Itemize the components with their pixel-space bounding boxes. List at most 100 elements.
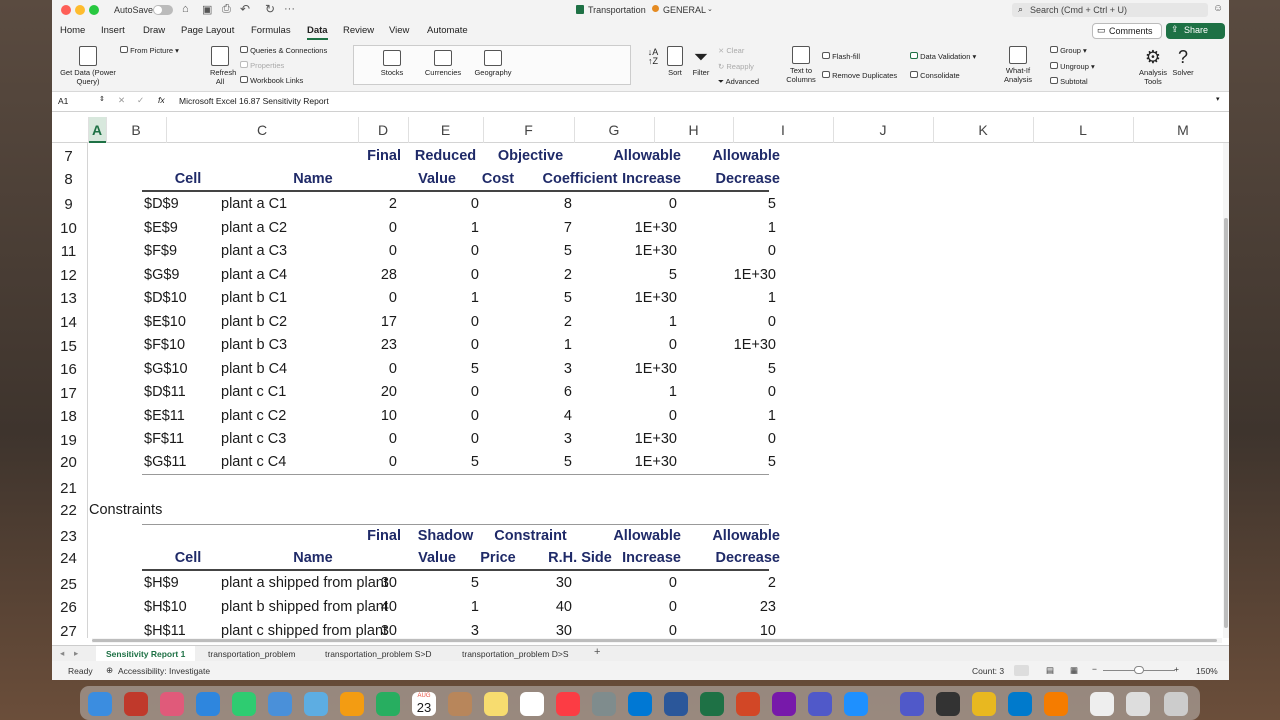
- queries-connections-button[interactable]: Queries & Connections: [240, 46, 327, 55]
- subtotal-button[interactable]: Subtotal: [1050, 77, 1088, 86]
- system-settings-icon[interactable]: [592, 692, 616, 716]
- sensitivity-label[interactable]: GENERAL: [663, 5, 706, 15]
- row-header[interactable]: 12: [52, 267, 85, 284]
- col-header-l[interactable]: L: [1033, 122, 1133, 138]
- row-header[interactable]: 20: [52, 454, 85, 471]
- solver-button[interactable]: ? Solver: [1171, 46, 1195, 77]
- workbook-links-button[interactable]: Workbook Links: [240, 76, 303, 85]
- flash-fill-button[interactable]: Flash-fill: [822, 52, 860, 61]
- home-icon[interactable]: ⌂: [182, 3, 189, 15]
- reapply-button[interactable]: ↻ Reapply: [718, 62, 754, 71]
- cancel-icon[interactable]: ✕: [118, 95, 125, 106]
- autosave-toggle[interactable]: [153, 5, 173, 15]
- maps-icon[interactable]: [304, 692, 328, 716]
- messages-icon[interactable]: [232, 692, 256, 716]
- sort-az-button[interactable]: ↓A ↑Z: [642, 48, 664, 66]
- col-header-i[interactable]: I: [733, 122, 833, 138]
- advanced-button[interactable]: ⏷ Advanced: [718, 77, 759, 86]
- row-header[interactable]: 23: [52, 528, 85, 545]
- zoom-out-icon[interactable]: −: [1092, 664, 1097, 674]
- col-header-b[interactable]: B: [106, 122, 166, 138]
- freeform-icon[interactable]: [520, 692, 544, 716]
- music-icon[interactable]: [556, 692, 580, 716]
- teams-icon[interactable]: [808, 692, 832, 716]
- zoom-level[interactable]: 150%: [1196, 666, 1218, 676]
- redo-icon[interactable]: ↻: [265, 2, 275, 16]
- col-header-k[interactable]: K: [933, 122, 1033, 138]
- teams-2-icon[interactable]: [900, 692, 924, 716]
- function-icon[interactable]: fx: [158, 95, 165, 105]
- row-header[interactable]: 10: [52, 220, 85, 237]
- row-header[interactable]: 25: [52, 576, 85, 593]
- check-icon[interactable]: ✓: [137, 95, 144, 106]
- close-window-button[interactable]: [61, 5, 71, 15]
- launchpad-icon[interactable]: [160, 692, 184, 716]
- remove-duplicates-button[interactable]: Remove Duplicates: [822, 71, 897, 80]
- contacts-icon[interactable]: [448, 692, 472, 716]
- chevron-down-icon[interactable]: ⌄: [707, 5, 713, 13]
- stocks-button[interactable]: Stocks: [372, 50, 412, 77]
- zoom-in-icon[interactable]: +: [1174, 664, 1179, 674]
- row-header[interactable]: 14: [52, 314, 85, 331]
- notes-icon[interactable]: [484, 692, 508, 716]
- mail-icon[interactable]: [268, 692, 292, 716]
- row-header[interactable]: 16: [52, 361, 85, 378]
- row-header[interactable]: 18: [52, 408, 85, 425]
- tab-draw[interactable]: Draw: [143, 25, 165, 36]
- properties-button[interactable]: Properties: [240, 61, 284, 70]
- sheet-tab-transportation-ds[interactable]: transportation_problem D>S: [462, 649, 569, 659]
- print-icon[interactable]: ⎙: [222, 3, 231, 16]
- sheet-tab-transportation-problem[interactable]: transportation_problem: [208, 649, 295, 659]
- row-header[interactable]: 17: [52, 385, 85, 402]
- row-header[interactable]: 22: [52, 502, 85, 519]
- onenote-icon[interactable]: [772, 692, 796, 716]
- group-button[interactable]: Group ▾: [1050, 46, 1087, 55]
- horizontal-scroll-thumb[interactable]: [92, 639, 1217, 642]
- vertical-scroll-thumb[interactable]: [1224, 218, 1228, 628]
- col-header-e[interactable]: E: [408, 122, 483, 138]
- trash-icon[interactable]: [1164, 692, 1188, 716]
- prev-sheet-icon[interactable]: ◂: [60, 648, 64, 659]
- col-header-f[interactable]: F: [483, 122, 574, 138]
- zoom-window-button[interactable]: [89, 5, 99, 15]
- facetime-icon[interactable]: [376, 692, 400, 716]
- tab-review[interactable]: Review: [343, 25, 374, 36]
- search-box[interactable]: ⌕ Search (Cmd + Ctrl + U): [1012, 3, 1208, 17]
- account-icon[interactable]: ☺: [1213, 3, 1223, 14]
- expand-formula-icon[interactable]: ▾: [1216, 95, 1220, 103]
- more-icon[interactable]: ···: [284, 3, 295, 15]
- formula-input[interactable]: Microsoft Excel 16.87 Sensitivity Report: [179, 96, 329, 106]
- finder-icon[interactable]: [88, 692, 112, 716]
- word-icon[interactable]: [664, 692, 688, 716]
- col-header-c[interactable]: C: [166, 122, 358, 138]
- text-to-columns-button[interactable]: Text to Columns: [784, 46, 818, 84]
- chrome-icon[interactable]: [972, 692, 996, 716]
- accessibility-status[interactable]: Accessibility: Investigate: [118, 666, 210, 676]
- col-header-j[interactable]: J: [833, 122, 933, 138]
- horizontal-scrollbar[interactable]: [92, 638, 1222, 643]
- excel-icon[interactable]: [700, 692, 724, 716]
- downloads-icon[interactable]: [1090, 692, 1114, 716]
- page-layout-view-icon[interactable]: ▤: [1046, 665, 1054, 676]
- comments-button[interactable]: ▭ Comments: [1092, 23, 1162, 39]
- clear-button[interactable]: ⨯ Clear: [718, 46, 744, 55]
- tab-insert[interactable]: Insert: [101, 25, 125, 36]
- refresh-all-button[interactable]: Refresh All: [202, 46, 238, 86]
- zoom-slider-thumb[interactable]: [1134, 666, 1144, 674]
- get-data-button[interactable]: Get Data (Power Query): [56, 46, 120, 86]
- outlook-icon[interactable]: [628, 692, 652, 716]
- save-icon[interactable]: ▣: [202, 3, 212, 16]
- share-button[interactable]: ⇪ Share: [1166, 23, 1225, 39]
- tab-automate[interactable]: Automate: [427, 25, 468, 36]
- sort-button[interactable]: Sort: [663, 46, 687, 77]
- currencies-button[interactable]: Currencies: [422, 50, 464, 77]
- col-header-d[interactable]: D: [358, 122, 408, 138]
- row-header[interactable]: 15: [52, 338, 85, 355]
- filter-button[interactable]: ⏷ Filter: [689, 46, 713, 77]
- minimize-window-button[interactable]: [75, 5, 85, 15]
- row-header[interactable]: 7: [52, 148, 85, 165]
- search-input[interactable]: Search (Cmd + Ctrl + U): [1030, 5, 1127, 15]
- normal-view-button[interactable]: [1014, 665, 1029, 676]
- geography-button[interactable]: Geography: [472, 50, 514, 77]
- tab-data[interactable]: Data: [307, 25, 328, 40]
